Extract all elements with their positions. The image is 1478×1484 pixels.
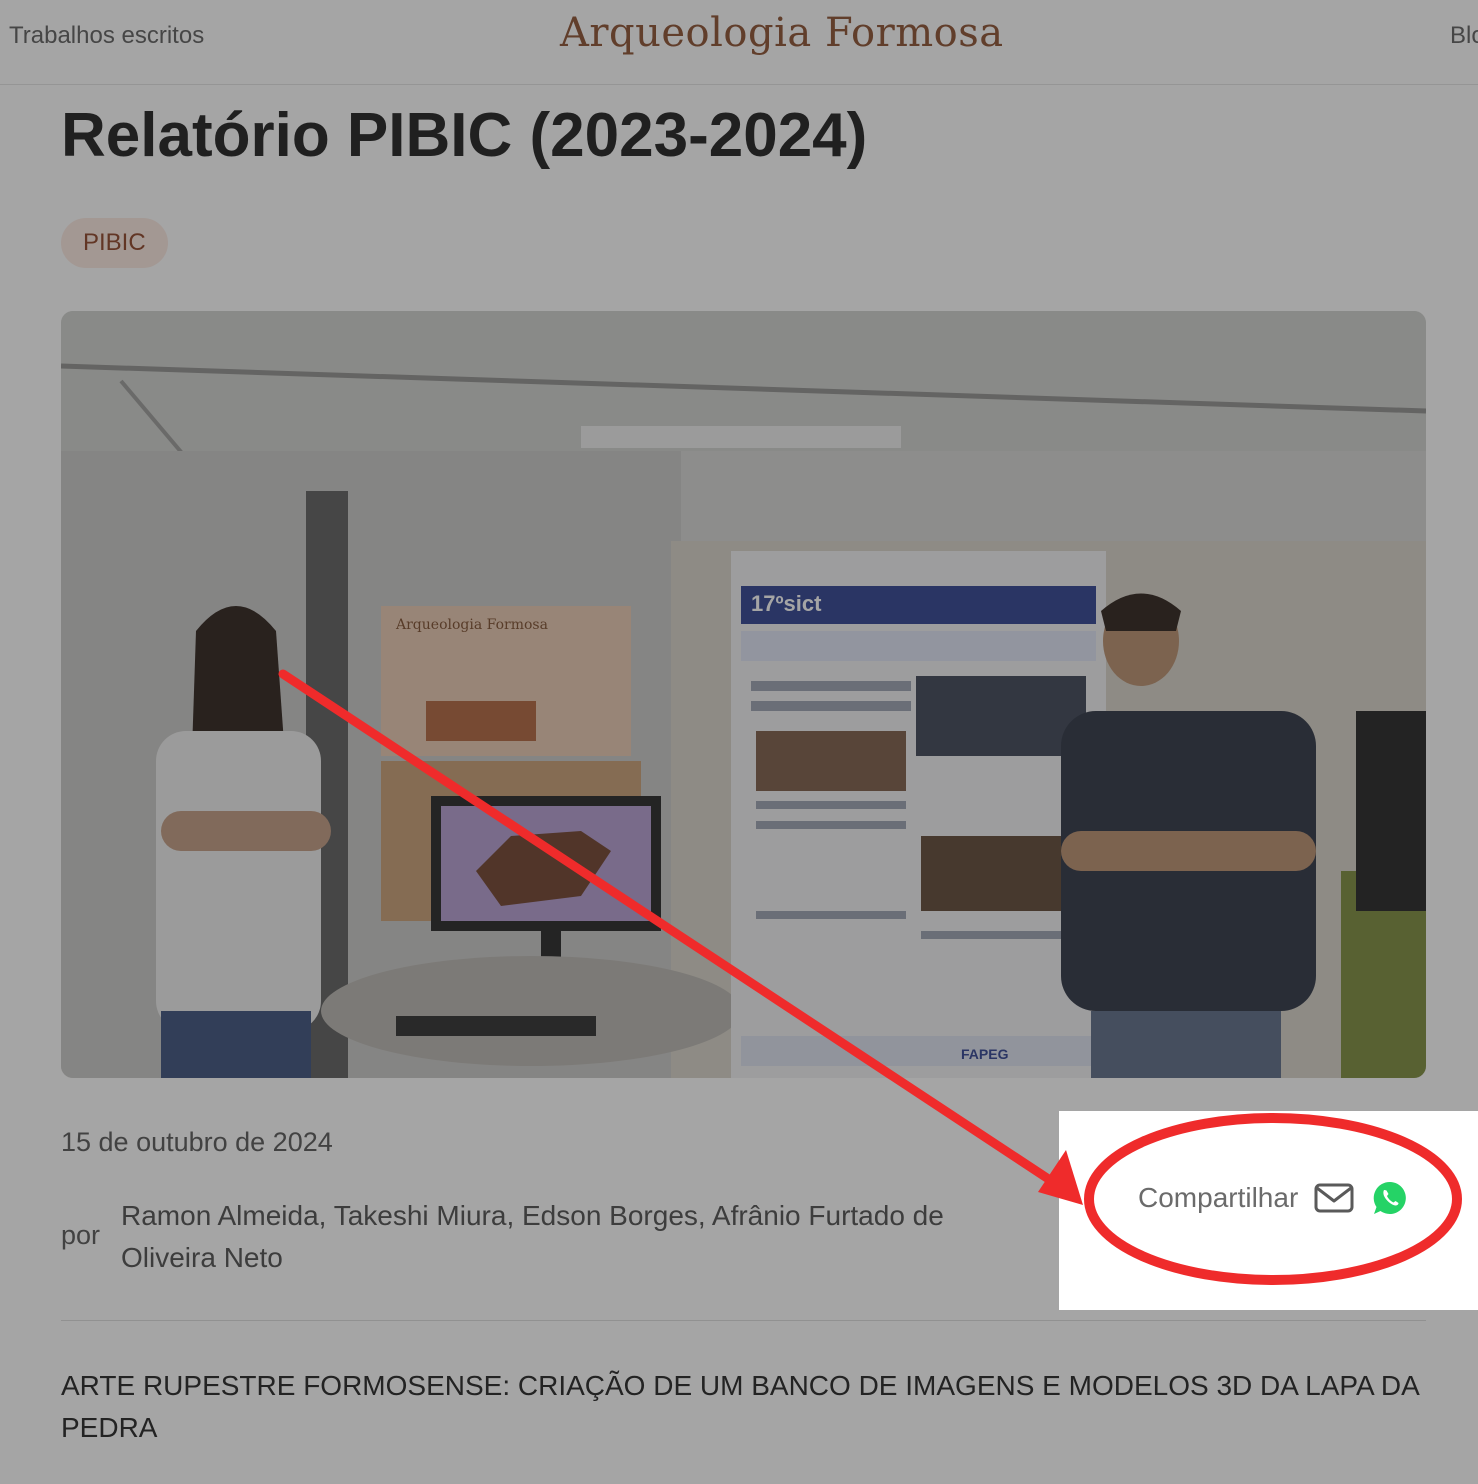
dim-overlay-left: [0, 1111, 1059, 1484]
mail-icon[interactable]: [1314, 1182, 1354, 1214]
share-label: Compartilhar: [1138, 1182, 1299, 1213]
page: Trabalhos escritos Arqueologia Formosa B…: [0, 0, 1478, 1484]
dim-overlay-top: [0, 0, 1478, 1111]
share-bar: Compartilhar: [1138, 1180, 1408, 1216]
whatsapp-icon[interactable]: [1372, 1180, 1408, 1216]
dim-overlay-bottom: [1059, 1310, 1478, 1484]
